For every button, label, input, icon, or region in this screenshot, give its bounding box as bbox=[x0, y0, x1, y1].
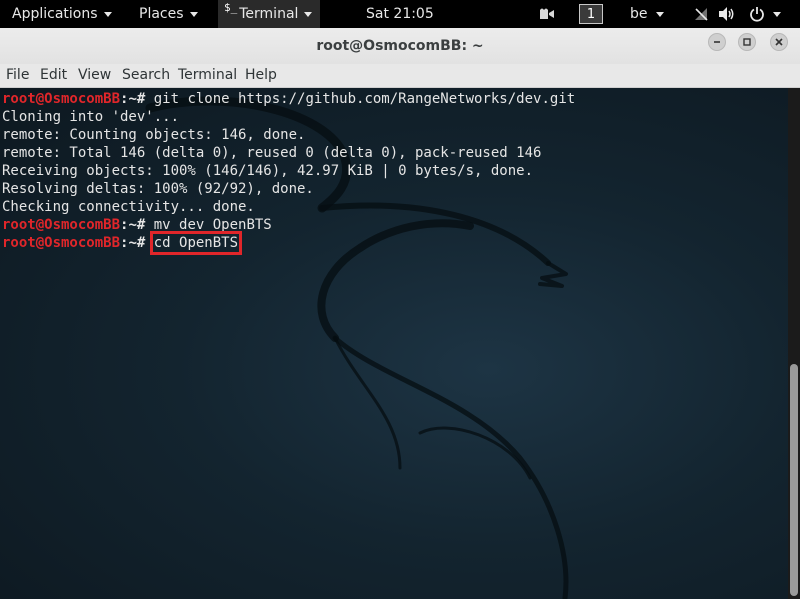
prompt-user: root@OsmocomBB bbox=[2, 91, 121, 107]
scrollbar-thumb[interactable] bbox=[790, 364, 798, 596]
keyboard-layout-label: be bbox=[630, 6, 648, 22]
menu-view[interactable]: View bbox=[78, 64, 111, 88]
chevron-down-icon bbox=[773, 11, 781, 17]
terminal-lines: root@OsmocomBB:~# git clone https://gith… bbox=[2, 90, 575, 255]
chevron-down-icon bbox=[189, 11, 198, 17]
menu-search[interactable]: Search bbox=[122, 64, 170, 88]
keyboard-layout-menu[interactable]: be bbox=[630, 0, 664, 28]
close-icon bbox=[775, 38, 783, 46]
maximize-button[interactable] bbox=[738, 33, 756, 51]
output-text: Resolving deltas: 100% (92/92), done. bbox=[2, 181, 314, 197]
top-panel: Applications Places $_ Terminal Sat 21:0… bbox=[0, 0, 800, 28]
maximize-icon bbox=[743, 38, 751, 46]
output-text: Receiving objects: 100% (146/146), 42.97… bbox=[2, 163, 534, 179]
chevron-down-icon bbox=[655, 11, 664, 17]
workspace-number: 1 bbox=[579, 4, 603, 24]
output-text: remote: Total 146 (delta 0), reused 0 (d… bbox=[2, 145, 542, 161]
terminal-scrollbar[interactable] bbox=[788, 88, 800, 599]
camera-icon[interactable] bbox=[538, 0, 556, 28]
minimize-button[interactable] bbox=[708, 33, 726, 51]
terminal-icon: $_ bbox=[224, 1, 238, 14]
menu-terminal[interactable]: Terminal bbox=[178, 64, 237, 88]
clock[interactable]: Sat 21:05 bbox=[366, 0, 434, 28]
output-text: Checking connectivity... done. bbox=[2, 199, 255, 215]
output-line: Checking connectivity... done. bbox=[2, 198, 575, 216]
prompt-user: root@OsmocomBB bbox=[2, 235, 121, 251]
output-line: Cloning into 'dev'... bbox=[2, 108, 575, 126]
applications-menu[interactable]: Applications bbox=[12, 0, 112, 28]
chevron-down-icon bbox=[103, 11, 112, 17]
no-network-icon[interactable] bbox=[693, 0, 709, 28]
prompt-separator: :~# bbox=[120, 91, 154, 107]
command-line: root@OsmocomBB:~# git clone https://gith… bbox=[2, 90, 575, 108]
applications-label: Applications bbox=[12, 6, 98, 22]
minimize-icon bbox=[714, 41, 720, 43]
output-text: Cloning into 'dev'... bbox=[2, 109, 180, 125]
places-label: Places bbox=[139, 6, 184, 22]
command-line: root@OsmocomBB:~# cd OpenBTS bbox=[2, 231, 575, 255]
prompt-user: root@OsmocomBB bbox=[2, 217, 121, 233]
command-text: mv dev OpenBTS bbox=[153, 217, 272, 233]
prompt-separator: :~# bbox=[120, 217, 154, 233]
prompt-separator: :~# bbox=[120, 235, 154, 251]
output-text: remote: Counting objects: 146, done. bbox=[2, 127, 306, 143]
output-line: Resolving deltas: 100% (92/92), done. bbox=[2, 180, 575, 198]
window-titlebar[interactable]: root@OsmocomBB: ~ bbox=[0, 28, 800, 64]
menu-file[interactable]: File bbox=[6, 64, 29, 88]
close-button[interactable] bbox=[770, 33, 788, 51]
volume-icon[interactable] bbox=[718, 0, 736, 28]
output-line: remote: Counting objects: 146, done. bbox=[2, 126, 575, 144]
window-title: root@OsmocomBB: ~ bbox=[316, 38, 484, 54]
chevron-down-icon bbox=[304, 11, 313, 17]
command-text: git clone https://github.com/RangeNetwor… bbox=[153, 91, 576, 107]
power-icon[interactable] bbox=[749, 0, 781, 28]
command-line: root@OsmocomBB:~# mv dev OpenBTS bbox=[2, 216, 575, 234]
places-menu[interactable]: Places bbox=[139, 0, 198, 28]
terminal-app-menu[interactable]: $_ Terminal bbox=[218, 0, 321, 28]
output-line: Receiving objects: 100% (146/146), 42.97… bbox=[2, 162, 575, 180]
workspace-indicator[interactable]: 1 bbox=[579, 0, 603, 28]
output-line: remote: Total 146 (delta 0), reused 0 (d… bbox=[2, 144, 575, 162]
terminal-output[interactable]: root@OsmocomBB:~# git clone https://gith… bbox=[0, 88, 788, 599]
terminal-menubar: File Edit View Search Terminal Help bbox=[0, 64, 800, 88]
menu-edit[interactable]: Edit bbox=[40, 64, 67, 88]
highlighted-command: cd OpenBTS bbox=[149, 231, 243, 255]
terminal-app-label: Terminal bbox=[239, 6, 299, 22]
menu-help[interactable]: Help bbox=[245, 64, 277, 88]
